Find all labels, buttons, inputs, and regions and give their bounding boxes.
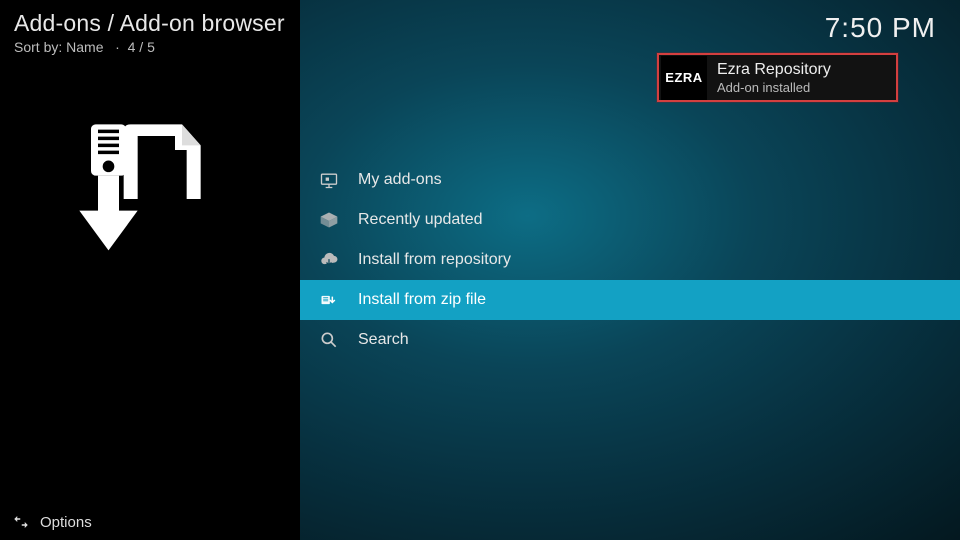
toast-title: Ezra Repository: [717, 60, 831, 79]
menu-item-recently-updated[interactable]: Recently updated: [300, 200, 960, 240]
menu-item-label: Search: [358, 331, 409, 349]
toast-thumbnail: EZRA: [661, 56, 707, 100]
zip-install-icon: [318, 289, 340, 311]
sort-prefix: Sort by:: [14, 39, 66, 55]
menu-item-label: Install from zip file: [358, 291, 486, 309]
search-icon: [318, 329, 340, 351]
monitor-addon-icon: [318, 169, 340, 191]
toast-body: Ezra Repository Add-on installed: [707, 60, 831, 95]
breadcrumb: Add-ons / Add-on browser: [14, 10, 286, 37]
box-open-icon: [318, 209, 340, 231]
menu-item-label: My add-ons: [358, 171, 442, 189]
menu-item-label: Recently updated: [358, 211, 483, 229]
footer-options[interactable]: Options: [0, 504, 92, 540]
menu-item-label: Install from repository: [358, 251, 511, 269]
toast-notification[interactable]: EZRA Ezra Repository Add-on installed: [657, 53, 898, 102]
sort-separator: ·: [107, 39, 127, 55]
sort-line: Sort by: Name · 4 / 5: [14, 39, 286, 55]
sidebar: Add-ons / Add-on browser Sort by: Name ·…: [0, 0, 300, 540]
menu-item-install-zip[interactable]: Install from zip file: [300, 280, 960, 320]
sort-value: Name: [66, 39, 103, 55]
cloud-download-icon: [318, 249, 340, 271]
options-label: Options: [40, 514, 92, 531]
header: Add-ons / Add-on browser Sort by: Name ·…: [0, 0, 300, 59]
menu-item-install-repository[interactable]: Install from repository: [300, 240, 960, 280]
menu-list: My add-ons Recently updated Install from…: [300, 160, 960, 360]
menu-item-my-addons[interactable]: My add-ons: [300, 160, 960, 200]
options-icon: [12, 513, 30, 531]
zip-download-icon: [70, 115, 210, 255]
clock: 7:50 PM: [825, 12, 936, 44]
menu-item-search[interactable]: Search: [300, 320, 960, 360]
toast-subtitle: Add-on installed: [717, 80, 831, 95]
list-position: 4 / 5: [128, 39, 155, 55]
